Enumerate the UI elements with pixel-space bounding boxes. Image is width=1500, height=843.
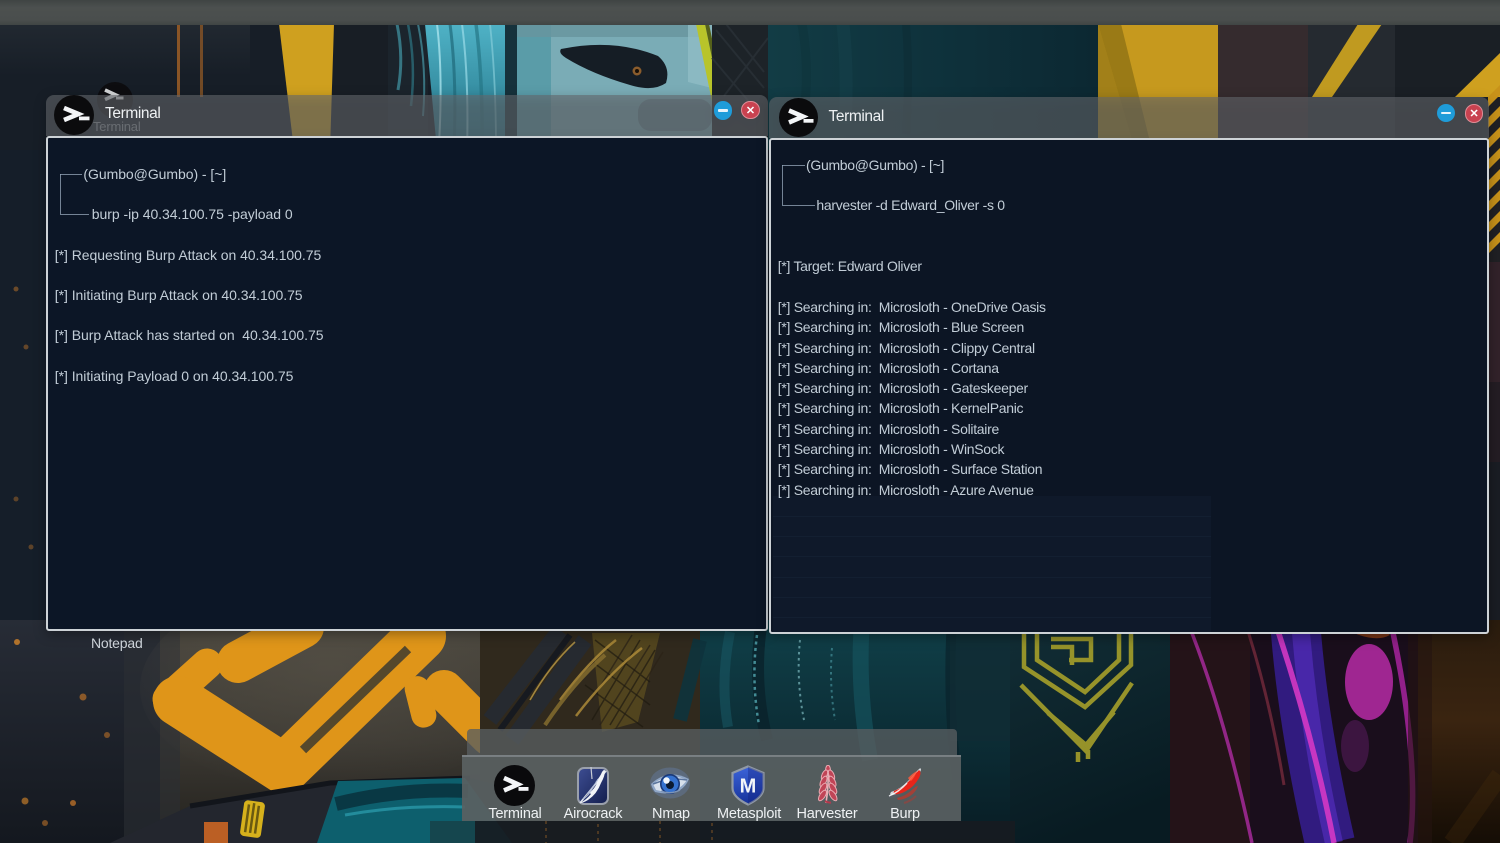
svg-text:M: M xyxy=(740,776,757,798)
